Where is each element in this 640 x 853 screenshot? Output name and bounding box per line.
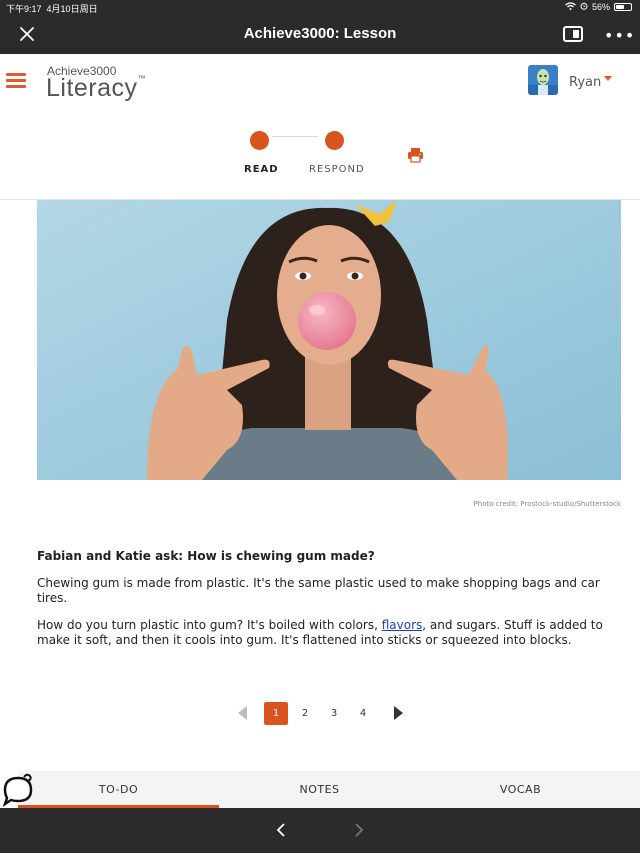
avatar[interactable] xyxy=(528,65,558,95)
status-time: 下午9:17 4月10日周日 xyxy=(6,2,98,15)
battery-icon xyxy=(614,3,632,11)
split-view-icon[interactable] xyxy=(563,26,583,42)
chat-icon[interactable] xyxy=(2,773,34,808)
tab-bar: TO-DO NOTES VOCAB xyxy=(18,771,640,808)
split-view-pane xyxy=(573,30,579,38)
photo-credit: Photo credit: Prostock-studio/Shuttersto… xyxy=(473,500,621,508)
status-right: 56% xyxy=(565,2,632,12)
page-2[interactable]: 2 xyxy=(296,702,314,725)
tab-notes[interactable]: NOTES xyxy=(219,771,420,808)
app-title: Achieve3000: Lesson xyxy=(243,25,397,42)
wifi-icon xyxy=(565,2,576,12)
status-bar: 下午9:17 4月10日周日 56% xyxy=(0,0,640,16)
stepper-line xyxy=(272,136,318,137)
brand-logo: Literacy™ xyxy=(46,74,146,103)
menu-icon[interactable] xyxy=(6,73,26,89)
chevron-left-icon[interactable] xyxy=(274,822,290,838)
alarm-icon xyxy=(580,2,588,12)
chevron-down-icon[interactable] xyxy=(604,76,612,81)
paragraph-text: How do you turn plastic into gum? It's b… xyxy=(37,618,382,632)
brand-main-text: Literacy xyxy=(46,74,138,102)
battery-fill xyxy=(616,5,624,9)
page-1[interactable]: 1 xyxy=(264,702,288,725)
page-3[interactable]: 3 xyxy=(325,702,343,725)
print-icon[interactable] xyxy=(407,147,424,163)
step-read-label[interactable]: READ xyxy=(244,164,279,175)
tab-vocab[interactable]: VOCAB xyxy=(420,771,621,808)
tab-todo[interactable]: TO-DO xyxy=(18,771,219,808)
step-respond-label[interactable]: RESPOND xyxy=(309,164,365,175)
step-respond-dot[interactable] xyxy=(325,131,344,150)
article-heading: Fabian and Katie ask: How is chewing gum… xyxy=(37,549,375,563)
brand-trademark: ™ xyxy=(137,74,147,83)
vocab-link-flavors[interactable]: flavors xyxy=(382,618,423,632)
chevron-right-icon[interactable] xyxy=(350,822,366,838)
browser-nav xyxy=(0,808,640,853)
lesson-header: Achieve3000 Literacy™ Ryan READ RESPOND xyxy=(0,54,640,200)
page-4[interactable]: 4 xyxy=(354,702,372,725)
article-paragraph: Chewing gum is made from plastic. It's t… xyxy=(37,576,600,605)
next-page-icon[interactable] xyxy=(394,706,403,720)
battery-percent: 56% xyxy=(591,2,610,12)
clock-text: 下午9:17 xyxy=(6,4,42,14)
date-text: 4月10日周日 xyxy=(46,4,98,14)
step-read-dot[interactable] xyxy=(250,131,269,150)
more-icon[interactable]: ••• xyxy=(604,26,635,45)
article-paragraph-2: How do you turn plastic into gum? It's b… xyxy=(37,618,621,648)
article-photo xyxy=(37,200,621,480)
app-bar: Achieve3000: Lesson ••• xyxy=(0,16,640,54)
prev-page-icon[interactable] xyxy=(238,706,247,720)
username[interactable]: Ryan xyxy=(569,75,601,90)
